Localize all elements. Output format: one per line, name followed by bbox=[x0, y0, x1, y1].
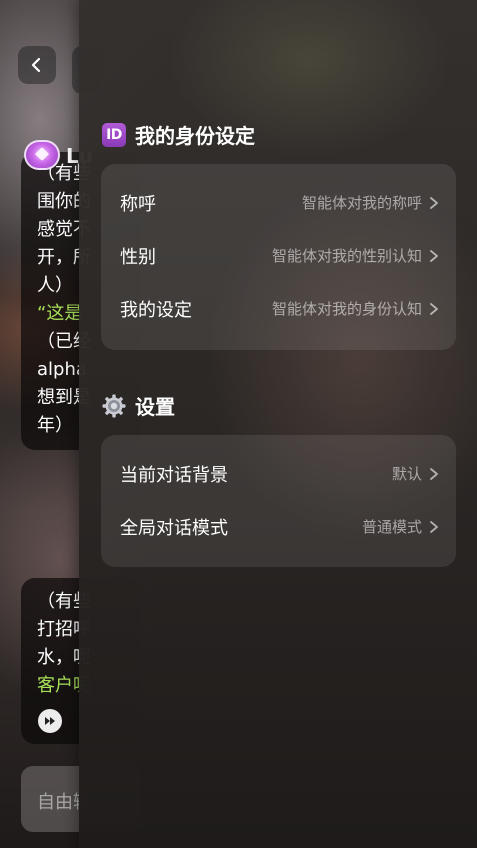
row-label: 全局对话模式 bbox=[120, 517, 228, 539]
chevron-right-icon bbox=[428, 467, 440, 481]
back-button[interactable] bbox=[18, 46, 56, 84]
row-value: 智能体对我的称呼 bbox=[301, 194, 422, 212]
chevron-left-icon bbox=[31, 57, 41, 73]
row-label: 当前对话背景 bbox=[120, 464, 228, 486]
chevron-right-icon bbox=[428, 196, 440, 210]
row-label: 性别 bbox=[120, 246, 156, 268]
row-my-setting[interactable]: 我的设定 智能体对我的身份认知 bbox=[101, 282, 456, 335]
chevron-right-icon bbox=[428, 249, 440, 263]
gear-icon bbox=[101, 393, 127, 419]
row-chat-background[interactable]: 当前对话背景 默认 bbox=[101, 447, 456, 500]
chevron-right-icon bbox=[428, 520, 440, 534]
character-avatar[interactable] bbox=[24, 140, 60, 170]
row-value: 普通模式 bbox=[361, 518, 422, 536]
row-value: 智能体对我的身份认知 bbox=[271, 300, 422, 318]
play-audio-button[interactable] bbox=[38, 709, 62, 733]
identity-section-title: ID 我的身份设定 bbox=[101, 120, 255, 149]
row-label: 称呼 bbox=[120, 193, 156, 215]
row-value: 智能体对我的性别认知 bbox=[271, 247, 422, 265]
row-gender[interactable]: 性别 智能体对我的性别认知 bbox=[101, 229, 456, 282]
identity-card: 称呼 智能体对我的称呼 性别 智能体对我的性别认知 我的设定 智能体对我的身份认… bbox=[101, 164, 456, 350]
row-nickname[interactable]: 称呼 智能体对我的称呼 bbox=[101, 176, 456, 229]
fast-forward-icon bbox=[45, 717, 55, 725]
id-badge-text: ID bbox=[102, 122, 126, 147]
section-title-text: 我的身份设定 bbox=[135, 124, 255, 148]
settings-drawer: ID 我的身份设定 称呼 智能体对我的称呼 性别 智能体对我的性别认知 我的设定… bbox=[79, 0, 477, 848]
row-value: 默认 bbox=[391, 465, 422, 483]
row-label: 我的设定 bbox=[120, 299, 192, 321]
section-title-text: 设置 bbox=[135, 395, 175, 419]
id-badge-icon: ID bbox=[101, 122, 127, 148]
settings-section-title: 设置 bbox=[101, 391, 175, 420]
chevron-right-icon bbox=[428, 302, 440, 316]
settings-card: 当前对话背景 默认 全局对话模式 普通模式 bbox=[101, 435, 456, 567]
row-chat-mode[interactable]: 全局对话模式 普通模式 bbox=[101, 500, 456, 553]
